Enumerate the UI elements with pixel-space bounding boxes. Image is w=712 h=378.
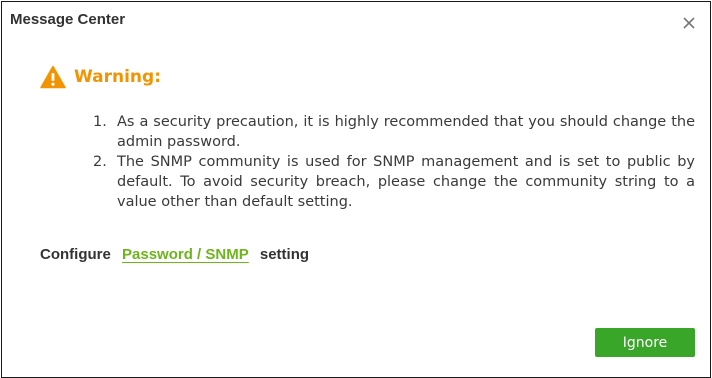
warning-triangle-icon bbox=[40, 65, 66, 89]
list-item-text: The SNMP community is used for SNMP mana… bbox=[117, 154, 695, 210]
message-center-dialog: Message Center Warning: 1. As a security… bbox=[1, 1, 711, 378]
warning-title: Warning: bbox=[74, 67, 162, 87]
warning-header: Warning: bbox=[40, 65, 161, 89]
configure-line: Configure Password / SNMP setting bbox=[40, 246, 309, 263]
warning-message-list: 1. As a security precaution, it is highl… bbox=[93, 112, 695, 212]
list-item: 1. As a security precaution, it is highl… bbox=[93, 112, 695, 152]
close-icon[interactable] bbox=[682, 16, 696, 30]
list-item: 2. The SNMP community is used for SNMP m… bbox=[93, 152, 695, 212]
dialog-title: Message Center bbox=[10, 11, 126, 28]
ignore-button[interactable]: Ignore bbox=[595, 328, 695, 357]
list-item-number: 1. bbox=[93, 114, 107, 130]
password-snmp-link[interactable]: Password / SNMP bbox=[122, 246, 249, 263]
list-item-number: 2. bbox=[93, 154, 107, 170]
configure-suffix: setting bbox=[259, 246, 310, 263]
configure-prefix: Configure bbox=[40, 246, 111, 263]
list-item-text: As a security precaution, it is highly r… bbox=[117, 114, 695, 150]
